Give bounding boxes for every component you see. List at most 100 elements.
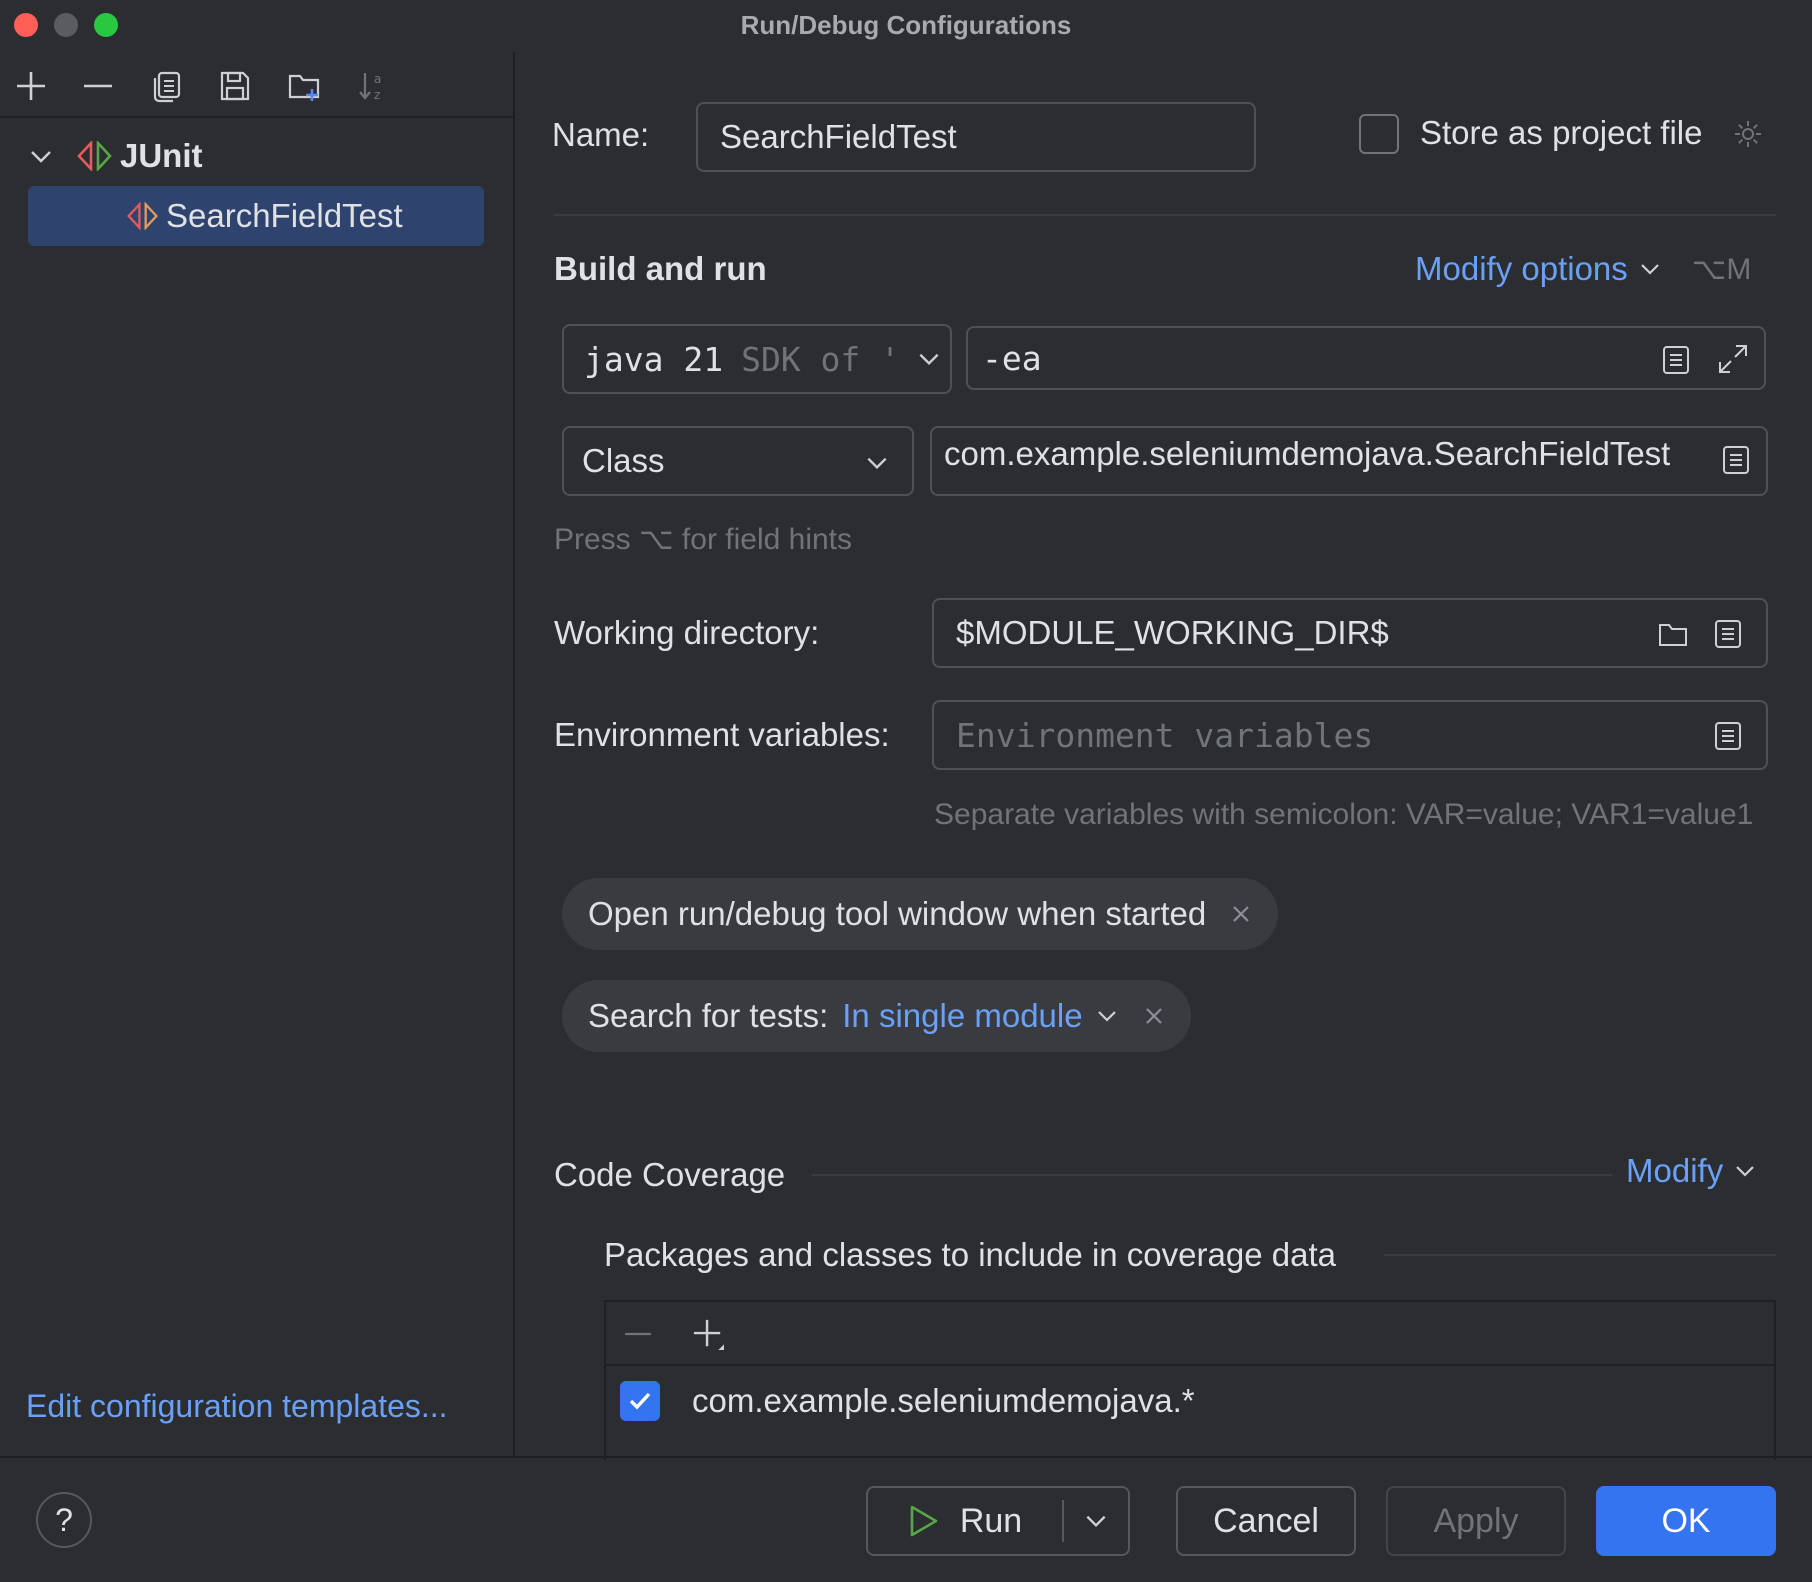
env-vars-label: Environment variables: bbox=[554, 716, 890, 754]
add-pattern-button[interactable] bbox=[686, 1312, 730, 1356]
modify-options-label[interactable]: Modify options bbox=[1415, 250, 1628, 288]
build-and-run-title: Build and run bbox=[554, 250, 767, 288]
vm-options-maximize-button[interactable] bbox=[1714, 340, 1752, 378]
run-button[interactable]: Run bbox=[868, 1488, 1062, 1554]
sort-configurations-button[interactable]: az bbox=[351, 64, 395, 108]
sidebar-toolbar-divider bbox=[0, 116, 515, 118]
remove-option-button[interactable] bbox=[1230, 903, 1252, 925]
bottom-divider bbox=[0, 1456, 1812, 1458]
coverage-pattern-label: com.example.seleniumdemojava.* bbox=[692, 1382, 1195, 1420]
move-to-folder-button[interactable] bbox=[282, 64, 326, 108]
run-icon bbox=[908, 1504, 940, 1538]
svg-text:a: a bbox=[374, 72, 381, 86]
edit-configuration-templates-link[interactable]: Edit configuration templates... bbox=[26, 1388, 448, 1425]
chevron-down-icon bbox=[864, 450, 890, 476]
add-icon bbox=[692, 1318, 724, 1350]
vm-options-value: -ea bbox=[982, 339, 1042, 378]
name-field[interactable]: SearchFieldTest bbox=[696, 102, 1256, 172]
run-button-label: Run bbox=[960, 1502, 1022, 1541]
window-title: Run/Debug Configurations bbox=[0, 10, 1812, 41]
chevron-down-icon bbox=[1083, 1508, 1109, 1534]
modify-options-shortcut: ⌥M bbox=[1692, 252, 1752, 287]
code-coverage-title: Code Coverage bbox=[554, 1156, 785, 1194]
copy-icon bbox=[150, 69, 184, 103]
open-tool-window-label: Open run/debug tool window when started bbox=[588, 895, 1206, 933]
working-directory-label: Working directory: bbox=[554, 614, 819, 652]
jdk-select[interactable]: java 21 SDK of ' bbox=[562, 324, 952, 394]
document-icon bbox=[1712, 720, 1744, 752]
list-item[interactable]: com.example.seleniumdemojava.* bbox=[606, 1366, 1774, 1436]
add-configuration-button[interactable] bbox=[9, 64, 53, 108]
search-for-tests-chip: Search for tests: In single module bbox=[562, 980, 1191, 1052]
expand-icon bbox=[1717, 343, 1749, 375]
class-value: com.example.seleniumdemojava.SearchField… bbox=[944, 435, 1670, 473]
working-directory-macros-button[interactable] bbox=[1710, 616, 1746, 652]
coverage-list-toolbar bbox=[606, 1302, 1774, 1366]
configurations-sidebar bbox=[0, 52, 515, 1456]
close-icon bbox=[1143, 1005, 1165, 1027]
remove-icon bbox=[622, 1318, 654, 1350]
remove-option-button[interactable] bbox=[1143, 1005, 1165, 1027]
add-icon bbox=[14, 69, 48, 103]
browse-folder-button[interactable] bbox=[1654, 616, 1692, 652]
name-label: Name: bbox=[552, 116, 649, 154]
env-vars-field[interactable]: Environment variables bbox=[932, 700, 1768, 770]
code-coverage-modify-label[interactable]: Modify bbox=[1626, 1152, 1723, 1190]
junit-test-icon bbox=[126, 202, 160, 230]
project-file-settings-button[interactable] bbox=[1728, 114, 1768, 154]
copy-configuration-button[interactable] bbox=[145, 64, 189, 108]
svg-text:z: z bbox=[374, 88, 380, 102]
tree-item-label: SearchFieldTest bbox=[166, 197, 403, 235]
env-vars-hint: Separate variables with semicolon: VAR=v… bbox=[934, 798, 1753, 832]
run-options-dropdown[interactable] bbox=[1064, 1488, 1128, 1554]
class-field[interactable]: com.example.seleniumdemojava.SearchField… bbox=[930, 426, 1768, 496]
working-directory-value: $MODULE_WORKING_DIR$ bbox=[956, 614, 1389, 652]
store-as-project-file-checkbox[interactable] bbox=[1359, 114, 1399, 154]
jdk-suffix: SDK of ' bbox=[741, 340, 900, 379]
name-divider bbox=[554, 214, 1776, 216]
gear-icon bbox=[1732, 118, 1764, 150]
test-kind-select[interactable]: Class bbox=[562, 426, 914, 496]
cancel-button-label: Cancel bbox=[1213, 1502, 1319, 1541]
new-folder-icon bbox=[287, 69, 321, 103]
help-button[interactable]: ? bbox=[36, 1492, 92, 1548]
cancel-button[interactable]: Cancel bbox=[1176, 1486, 1356, 1556]
store-as-project-file-label[interactable]: Store as project file bbox=[1420, 114, 1702, 152]
working-directory-field[interactable]: $MODULE_WORKING_DIR$ bbox=[932, 598, 1768, 668]
title-bar: Run/Debug Configurations bbox=[0, 0, 1812, 52]
env-vars-placeholder: Environment variables bbox=[956, 716, 1373, 755]
ok-button[interactable]: OK bbox=[1596, 1486, 1776, 1556]
chevron-down-icon bbox=[916, 346, 942, 372]
jdk-value: java 21 bbox=[584, 340, 723, 379]
tree-group-junit[interactable]: JUnit bbox=[0, 126, 515, 186]
code-coverage-modify-dropdown[interactable]: Modify bbox=[1626, 1152, 1757, 1190]
class-browse-button[interactable] bbox=[1718, 442, 1754, 478]
tree-item-row[interactable]: SearchFieldTest bbox=[0, 186, 515, 246]
modify-options-dropdown[interactable]: Modify options ⌥M bbox=[1415, 250, 1751, 288]
document-icon bbox=[1720, 444, 1752, 476]
chevron-down-icon[interactable] bbox=[28, 143, 54, 169]
remove-pattern-button[interactable] bbox=[618, 1314, 658, 1354]
tree-group-label: JUnit bbox=[120, 137, 203, 175]
search-for-tests-label: Search for tests: bbox=[588, 997, 828, 1035]
name-field-value: SearchFieldTest bbox=[720, 118, 957, 156]
save-configuration-button[interactable] bbox=[213, 64, 257, 108]
search-for-tests-value[interactable]: In single module bbox=[842, 997, 1082, 1035]
chevron-down-icon[interactable] bbox=[1095, 1004, 1119, 1028]
junit-icon bbox=[76, 141, 114, 171]
coverage-packages-divider bbox=[1384, 1254, 1776, 1256]
chevron-down-icon bbox=[1733, 1159, 1757, 1183]
vm-options-expand-button[interactable] bbox=[1658, 342, 1694, 378]
checkmark-icon bbox=[627, 1388, 653, 1414]
document-icon bbox=[1660, 344, 1692, 376]
coverage-packages-title: Packages and classes to include in cover… bbox=[604, 1236, 1336, 1274]
coverage-pattern-checkbox[interactable] bbox=[620, 1381, 660, 1421]
test-kind-value: Class bbox=[582, 442, 665, 480]
folder-icon bbox=[1657, 618, 1689, 650]
ok-button-label: OK bbox=[1661, 1502, 1710, 1541]
vm-options-field[interactable]: -ea bbox=[966, 326, 1766, 390]
run-split-button[interactable]: Run bbox=[866, 1486, 1130, 1556]
remove-configuration-button[interactable] bbox=[76, 64, 120, 108]
env-vars-edit-button[interactable] bbox=[1710, 718, 1746, 754]
apply-button[interactable]: Apply bbox=[1386, 1486, 1566, 1556]
